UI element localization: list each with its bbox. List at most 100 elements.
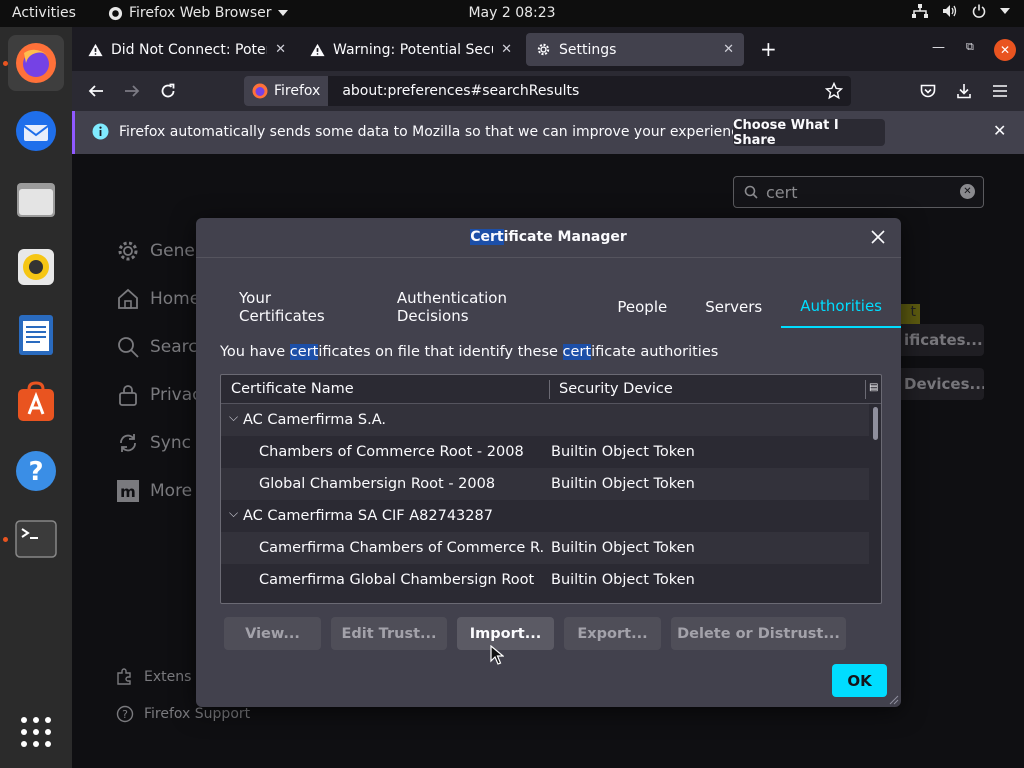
- desc-text: ificate authorities: [591, 344, 719, 360]
- edit-trust-button[interactable]: Edit Trust...: [331, 617, 447, 650]
- security-devices-button[interactable]: Devices...: [890, 368, 984, 400]
- app-menu-button[interactable]: [989, 80, 1011, 102]
- sidebar-item-label: Firefox Support: [144, 706, 251, 722]
- notification-close-icon[interactable]: ✕: [993, 121, 1006, 140]
- tab-authentication-decisions[interactable]: Authentication Decisions: [378, 286, 599, 328]
- certificate-tree[interactable]: Certificate Name Security Device ▤ ⌵ AC …: [220, 374, 882, 604]
- dock-terminal[interactable]: [8, 511, 64, 567]
- settings-search-input[interactable]: cert ✕: [733, 176, 984, 208]
- minimize-button[interactable]: —: [932, 40, 945, 55]
- restore-button[interactable]: ⧉: [966, 40, 974, 54]
- forward-button[interactable]: [121, 80, 143, 102]
- show-apps-button[interactable]: [8, 704, 64, 760]
- url-bar[interactable]: Firefox about:preferences#searchResults: [244, 76, 851, 106]
- bookmark-star-icon[interactable]: [825, 82, 843, 100]
- tree-header: Certificate Name Security Device ▤: [221, 375, 881, 404]
- certificate-name: AC Camerfirma SA CIF A82743287: [243, 508, 493, 524]
- button-label: Import...: [469, 625, 542, 642]
- scrollbar-thumb[interactable]: [873, 407, 878, 440]
- help-icon: ?: [116, 705, 134, 723]
- view-button[interactable]: View...: [224, 617, 321, 650]
- dock-files[interactable]: [8, 171, 64, 227]
- tab-title: Warning: Potential Secur: [333, 41, 494, 58]
- sidebar-item-search[interactable]: Searc: [116, 335, 198, 359]
- column-header-certificate-name[interactable]: Certificate Name: [231, 381, 354, 397]
- sidebar-item-privacy[interactable]: Privac: [116, 383, 202, 407]
- arrow-right-icon: [125, 85, 140, 97]
- sidebar-item-general[interactable]: Gene: [116, 239, 195, 263]
- delete-or-distrust-button[interactable]: Delete or Distrust...: [671, 617, 846, 650]
- tree-row[interactable]: Global Chambersign Root - 2008 Builtin O…: [221, 468, 869, 500]
- chevron-down-icon[interactable]: ⌵: [229, 410, 238, 425]
- activities-button[interactable]: Activities: [12, 5, 76, 21]
- ok-button[interactable]: OK: [832, 664, 887, 697]
- dock-rhythmbox[interactable]: [8, 239, 64, 295]
- desc-text: ificates on file that identify these: [318, 344, 563, 360]
- apps-grid-icon: [21, 717, 51, 747]
- tab-people[interactable]: People: [598, 286, 686, 328]
- chevron-down-icon[interactable]: ⌵: [229, 506, 238, 521]
- export-button[interactable]: Export...: [564, 617, 661, 650]
- import-button[interactable]: Import...: [457, 617, 554, 650]
- navigation-toolbar: Firefox about:preferences#searchResults: [72, 71, 1024, 111]
- choose-what-i-share-button[interactable]: Choose What I Share: [733, 118, 885, 148]
- dock-writer[interactable]: [8, 307, 64, 363]
- svg-text:?: ?: [28, 457, 43, 487]
- close-window-button[interactable]: ✕: [994, 39, 1016, 61]
- hamburger-menu-icon: [993, 85, 1007, 97]
- system-tray[interactable]: [912, 4, 1010, 18]
- tab-warning[interactable]: Warning: Potential Secur ✕: [300, 33, 522, 66]
- column-picker-icon[interactable]: ▤: [869, 382, 878, 393]
- tab-close-icon[interactable]: ✕: [501, 42, 512, 57]
- url-text[interactable]: about:preferences#searchResults: [328, 83, 825, 99]
- downloads-button[interactable]: [953, 80, 975, 102]
- tree-row-group[interactable]: ⌵ AC Camerfirma S.A.: [221, 404, 869, 436]
- close-icon[interactable]: [869, 228, 887, 246]
- button-label: Delete or Distrust...: [677, 625, 840, 642]
- view-certificates-button[interactable]: ificates...: [890, 324, 984, 356]
- sidebar-item-firefox-support[interactable]: ? Firefox Support: [116, 705, 250, 723]
- sidebar-item-extensions[interactable]: Extens: [116, 668, 191, 686]
- tree-row[interactable]: Chambers of Commerce Root - 2008 Builtin…: [221, 436, 869, 468]
- sidebar-item-home[interactable]: Home: [116, 287, 200, 311]
- sidebar-item-more-from-mozilla[interactable]: m More: [116, 479, 192, 503]
- column-header-security-device[interactable]: Security Device: [559, 381, 673, 397]
- sidebar-item-sync[interactable]: Sync: [116, 431, 191, 455]
- tab-did-not-connect[interactable]: Did Not Connect: Potenti ✕: [78, 33, 296, 66]
- column-splitter[interactable]: [549, 380, 550, 399]
- tree-scrollbar[interactable]: [870, 404, 881, 603]
- desc-text: You have: [220, 344, 290, 360]
- pocket-button[interactable]: [917, 80, 939, 102]
- tree-row-group[interactable]: ⌵ AC Camerfirma SA CIF A82743287: [221, 500, 869, 532]
- tab-servers[interactable]: Servers: [686, 286, 781, 328]
- identity-box[interactable]: Firefox: [244, 76, 329, 106]
- tab-close-icon[interactable]: ✕: [275, 42, 286, 57]
- button-label: Export...: [577, 625, 648, 642]
- resize-grip-icon[interactable]: [889, 695, 899, 705]
- dock-software[interactable]: [8, 375, 64, 431]
- tree-row[interactable]: Camerfirma Chambers of Commerce R... Bui…: [221, 532, 869, 564]
- security-device: Builtin Object Token: [551, 476, 695, 492]
- search-icon: [744, 185, 758, 199]
- app-menu[interactable]: Firefox Web Browser: [108, 5, 288, 21]
- document-icon: [19, 315, 53, 355]
- tab-settings[interactable]: Settings ✕: [526, 33, 744, 66]
- tab-title: Settings: [559, 41, 617, 58]
- tab-your-certificates[interactable]: Your Certificates: [220, 286, 378, 328]
- tab-authorities[interactable]: Authorities: [781, 286, 901, 328]
- folder-icon: [17, 183, 55, 217]
- home-icon: [118, 288, 138, 309]
- arrow-left-icon: [88, 85, 103, 97]
- new-tab-button[interactable]: +: [760, 37, 777, 61]
- clock[interactable]: May 2 08:23: [468, 5, 555, 21]
- certificate-name: AC Camerfirma S.A.: [243, 412, 386, 428]
- dock-thunderbird[interactable]: [8, 103, 64, 159]
- tab-close-icon[interactable]: ✕: [723, 42, 734, 57]
- back-button[interactable]: [85, 80, 107, 102]
- reload-button[interactable]: [157, 80, 179, 102]
- tree-row[interactable]: Camerfirma Global Chambersign Root Built…: [221, 564, 869, 596]
- clear-search-icon[interactable]: ✕: [960, 184, 975, 199]
- dock-help[interactable]: ?: [8, 443, 64, 499]
- dock-firefox[interactable]: [8, 35, 64, 91]
- column-splitter[interactable]: [865, 380, 866, 399]
